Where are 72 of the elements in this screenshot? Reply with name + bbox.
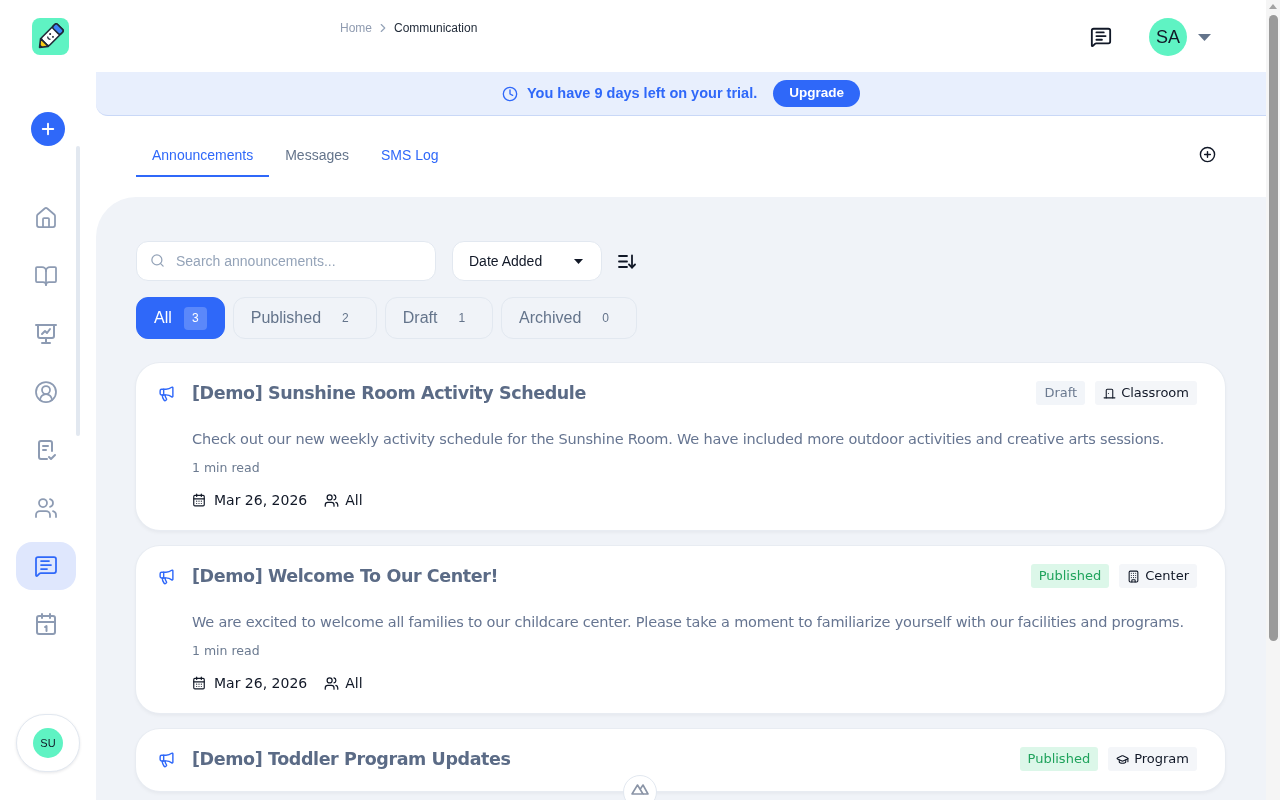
users-icon <box>34 496 58 520</box>
post-date: Mar 26, 2026 <box>214 673 308 693</box>
status-badge: Published <box>1019 747 1099 771</box>
users-icon <box>324 675 340 691</box>
home-icon <box>34 206 58 230</box>
user-avatar[interactable]: SA <box>1149 18 1187 56</box>
filter-chip[interactable]: Published 2 <box>232 297 377 339</box>
presentation-chart-icon <box>34 322 58 346</box>
chat-icon[interactable] <box>1090 26 1112 48</box>
search-icon <box>150 253 165 268</box>
status-badge: Draft <box>1036 381 1086 405</box>
add-circle-icon[interactable] <box>1199 145 1216 163</box>
megaphone-icon <box>158 750 175 768</box>
caret-down-icon[interactable] <box>1198 33 1211 41</box>
megaphone-icon <box>158 384 175 402</box>
filter-chip[interactable]: Draft 1 <box>384 297 494 339</box>
audience: All <box>345 673 363 693</box>
filter-chip[interactable]: Archived 0 <box>501 297 638 339</box>
count-label: 2 <box>342 310 349 326</box>
calendar-icon <box>192 493 206 507</box>
count-label: 0 <box>602 310 610 326</box>
building-icon <box>1127 569 1141 583</box>
tab[interactable]: Messages <box>269 135 365 177</box>
category-label: Program <box>1134 750 1189 769</box>
user-menu-button[interactable]: SU <box>16 714 80 772</box>
count-badge: 3 <box>183 306 207 330</box>
user-avatar: SU <box>33 728 63 758</box>
trial-message: You have 9 days left on your trial. <box>527 83 758 103</box>
announcement-title[interactable]: [Demo] Welcome To Our Center! <box>192 564 499 588</box>
status-badge: Published <box>1030 564 1110 588</box>
plus-icon <box>39 120 57 138</box>
sort-order-icon[interactable] <box>618 253 636 269</box>
upgrade-button[interactable]: Upgrade <box>773 80 860 107</box>
read-time: 1 min read <box>192 460 261 476</box>
caret-down-icon <box>574 258 583 264</box>
announcement-title[interactable]: [Demo] Sunshine Room Activity Schedule <box>192 381 586 405</box>
sort-dropdown[interactable]: Date Added <box>452 241 602 281</box>
calendar-icon <box>34 612 58 636</box>
users-icon <box>324 492 340 508</box>
search-field[interactable]: Search announcements... <box>136 241 436 281</box>
announcement-card[interactable] <box>136 546 1225 713</box>
user-circle-icon <box>34 380 58 404</box>
scroll-up-arrow-icon[interactable] <box>1269 4 1277 9</box>
audience: All <box>345 490 363 510</box>
announcement-title[interactable]: [Demo] Toddler Program Updates <box>192 747 511 771</box>
graduation-cap-icon <box>1116 752 1130 766</box>
page-scrollbar[interactable] <box>1266 0 1280 800</box>
megaphone-icon <box>158 567 175 585</box>
announcement-description: Check out our new weekly activity schedule for the Sunshine Room. We have included more outdoor activities and creative arts sessions. <box>192 430 1166 449</box>
calendar-icon <box>192 676 206 690</box>
announcement-card[interactable]: [Demo] Toddler Program Updates Published Program <box>136 729 1225 791</box>
chat-icon <box>34 554 58 578</box>
door-icon <box>1103 386 1117 400</box>
tab[interactable]: SMS Log <box>365 135 455 177</box>
breadcrumb-current: Communication <box>394 20 478 36</box>
category-label: Center <box>1145 567 1189 586</box>
breadcrumb-link[interactable]: Home <box>340 20 372 36</box>
read-time: 1 min read <box>192 643 261 659</box>
category-label: Classroom <box>1121 384 1189 403</box>
book-icon <box>34 264 58 288</box>
announcement-description: We are excited to welcome all families to our childcare center. Please take a moment to familiarize yourself with our facilities and programs. <box>192 613 1185 632</box>
announcement-card[interactable] <box>136 363 1225 530</box>
mountain-icon <box>631 783 649 795</box>
count-label: 1 <box>458 310 466 326</box>
post-date: Mar 26, 2026 <box>214 490 308 510</box>
clock-icon <box>502 85 518 102</box>
tab[interactable]: Announcements <box>136 135 270 177</box>
filter-chip[interactable]: All 3 <box>136 297 225 339</box>
add-button[interactable] <box>31 112 65 146</box>
scrollbar-thumb[interactable] <box>1268 15 1278 641</box>
nav-item[interactable] <box>16 542 76 590</box>
pencil-logo[interactable] <box>32 18 69 55</box>
